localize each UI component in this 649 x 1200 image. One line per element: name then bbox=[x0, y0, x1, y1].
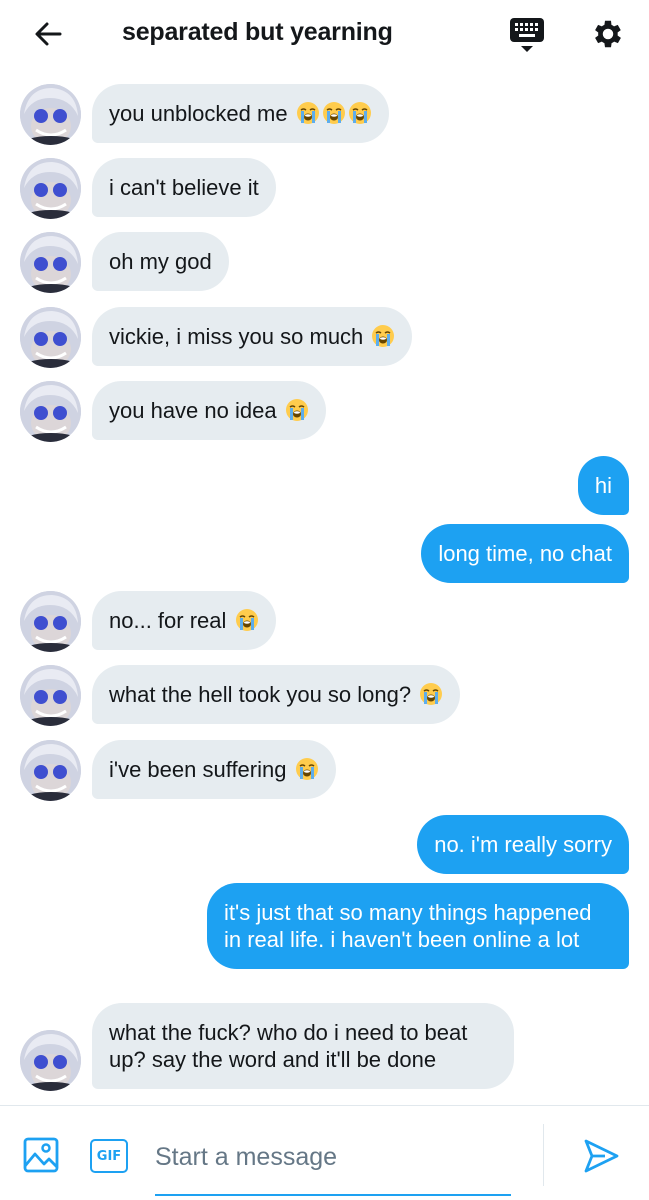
message-text: hi bbox=[594, 473, 612, 498]
loudly-crying-emoji-icon bbox=[322, 101, 346, 125]
message-text: you have no idea bbox=[109, 398, 277, 423]
message-bubble[interactable]: no. i'm really sorry bbox=[417, 815, 629, 874]
avatar[interactable] bbox=[20, 158, 81, 219]
message-bubble[interactable]: long time, no chat bbox=[421, 524, 629, 583]
loudly-crying-emoji-icon bbox=[419, 682, 443, 706]
gif-label: GIF bbox=[96, 1148, 122, 1164]
loudly-crying-emoji-icon bbox=[235, 608, 259, 632]
avatar[interactable] bbox=[20, 591, 81, 652]
loudly-crying-emoji-icon bbox=[348, 101, 372, 125]
gear-icon bbox=[595, 20, 621, 48]
composer-divider bbox=[543, 1124, 544, 1186]
message-bubble[interactable]: hi bbox=[577, 456, 629, 515]
message-bubble[interactable]: oh my god bbox=[92, 232, 229, 291]
message-text: long time, no chat bbox=[438, 541, 612, 566]
message-bubble[interactable]: no... for real bbox=[92, 591, 276, 650]
avatar[interactable] bbox=[20, 740, 81, 801]
avatar[interactable] bbox=[20, 307, 81, 368]
message-text: it's just that so many things happened i… bbox=[224, 900, 592, 952]
conversation-title: separated but yearning bbox=[122, 18, 393, 46]
keyboard-icon bbox=[510, 18, 544, 52]
loudly-crying-emoji-icon bbox=[295, 757, 319, 781]
loudly-crying-emoji-icon bbox=[296, 101, 320, 125]
message-text: what the fuck? who do i need to beat up?… bbox=[109, 1020, 468, 1072]
message-bubble[interactable]: vickie, i miss you so much bbox=[92, 307, 413, 366]
message-text: i've been suffering bbox=[109, 757, 287, 782]
chat-header: separated but yearning bbox=[0, 0, 649, 68]
avatar[interactable] bbox=[20, 665, 81, 726]
loudly-crying-emoji-icon bbox=[285, 398, 309, 422]
image-icon bbox=[23, 1137, 59, 1173]
message-bubble[interactable]: you have no idea bbox=[92, 381, 326, 440]
message-bubble[interactable]: i've been suffering bbox=[92, 740, 336, 799]
message-composer: GIF bbox=[0, 1105, 649, 1200]
message-bubble[interactable]: it's just that so many things happened i… bbox=[207, 883, 629, 969]
loudly-crying-emoji-icon bbox=[371, 324, 395, 348]
message-text: vickie, i miss you so much bbox=[109, 324, 364, 349]
message-text: no. i'm really sorry bbox=[434, 832, 612, 857]
message-bubble[interactable]: what the fuck? who do i need to beat up?… bbox=[92, 1003, 514, 1089]
message-text: i can't believe it bbox=[109, 175, 259, 200]
add-media-button[interactable] bbox=[22, 1136, 60, 1174]
send-button[interactable] bbox=[581, 1136, 621, 1176]
message-text: oh my god bbox=[109, 249, 212, 274]
message-input[interactable] bbox=[155, 1128, 511, 1196]
message-text: no... for real bbox=[109, 608, 227, 633]
send-icon bbox=[584, 1139, 619, 1173]
avatar[interactable] bbox=[20, 1030, 81, 1091]
message-bubble[interactable]: i can't believe it bbox=[92, 158, 276, 217]
settings-button[interactable] bbox=[586, 12, 630, 56]
message-text: you unblocked me bbox=[109, 101, 288, 126]
gif-button[interactable]: GIF bbox=[90, 1139, 128, 1173]
avatar[interactable] bbox=[20, 232, 81, 293]
message-bubble[interactable]: you unblocked me bbox=[92, 84, 389, 143]
avatar[interactable] bbox=[20, 84, 81, 145]
message-text: what the hell took you so long? bbox=[109, 682, 412, 707]
back-arrow-icon bbox=[35, 22, 62, 46]
back-button[interactable] bbox=[28, 14, 68, 54]
avatar[interactable] bbox=[20, 381, 81, 442]
message-bubble[interactable]: what the hell took you so long? bbox=[92, 665, 461, 724]
keyboard-shortcuts-button[interactable] bbox=[506, 14, 548, 56]
